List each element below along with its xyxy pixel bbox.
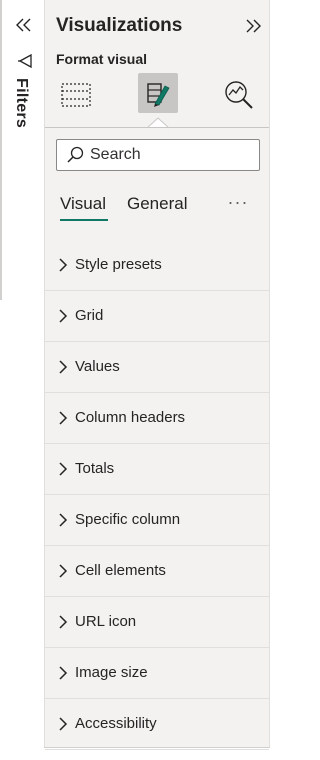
double-chevron-left-icon[interactable] xyxy=(13,14,35,36)
section-totals[interactable]: Totals xyxy=(45,444,269,495)
tab-visual[interactable]: Visual xyxy=(60,194,106,214)
app-root: Filters Visualizations Format visual Sea… xyxy=(0,0,275,760)
chevron-right-icon xyxy=(59,360,68,374)
search-input[interactable] xyxy=(90,141,250,169)
format-sections-list: Style presets Grid Values Column headers… xyxy=(45,240,269,750)
search-box[interactable] xyxy=(56,139,260,171)
section-label: Image size xyxy=(75,664,148,681)
chevron-right-icon xyxy=(59,309,68,323)
format-visual-icon[interactable] xyxy=(138,73,178,113)
strip-edge xyxy=(0,0,2,300)
active-tab-underline xyxy=(60,219,108,221)
filters-pane-collapsed[interactable]: Filters xyxy=(0,0,44,748)
chevron-right-icon xyxy=(59,717,68,731)
chevron-right-icon xyxy=(59,615,68,629)
tab-general[interactable]: General xyxy=(127,194,187,214)
pane-bottom-edge xyxy=(44,747,270,748)
section-label: URL icon xyxy=(75,613,137,630)
section-url-icon[interactable]: URL icon xyxy=(45,597,269,648)
more-options-button[interactable]: ··· xyxy=(226,192,250,214)
section-image-size[interactable]: Image size xyxy=(45,648,269,699)
section-label: Specific column xyxy=(75,511,181,528)
section-specific-column[interactable]: Specific column xyxy=(45,495,269,546)
chevron-right-icon xyxy=(59,258,68,272)
chevron-right-icon xyxy=(59,462,68,476)
format-visual-label: Format visual xyxy=(56,51,148,67)
chevron-right-icon xyxy=(59,666,68,680)
section-label: Values xyxy=(75,358,120,375)
chevron-right-icon xyxy=(59,411,68,425)
double-chevron-right-icon[interactable] xyxy=(242,15,264,37)
analytics-icon[interactable] xyxy=(219,75,259,115)
section-accessibility[interactable]: Accessibility xyxy=(45,699,269,750)
section-label: Grid xyxy=(75,307,104,324)
chevron-right-icon xyxy=(59,513,68,527)
section-style-presets[interactable]: Style presets xyxy=(45,240,269,291)
search-icon xyxy=(60,140,90,170)
section-label: Style presets xyxy=(75,256,162,273)
filters-label[interactable]: Filters xyxy=(12,78,30,128)
pane-right-edge xyxy=(269,0,270,748)
section-label: Cell elements xyxy=(75,562,166,579)
section-cell-elements[interactable]: Cell elements xyxy=(45,546,269,597)
section-grid[interactable]: Grid xyxy=(45,291,269,342)
section-label: Accessibility xyxy=(75,715,157,732)
header-separator xyxy=(45,127,269,128)
section-label: Totals xyxy=(75,460,115,477)
build-visual-icon[interactable] xyxy=(56,75,96,115)
visualizations-pane: Visualizations Format visual Search Visu… xyxy=(45,0,269,750)
pane-title: Visualizations xyxy=(56,15,183,36)
chevron-right-icon xyxy=(59,564,68,578)
filter-funnel-icon xyxy=(17,52,35,70)
section-label: Column headers xyxy=(75,409,186,426)
section-column-headers[interactable]: Column headers xyxy=(45,393,269,444)
section-values[interactable]: Values xyxy=(45,342,269,393)
